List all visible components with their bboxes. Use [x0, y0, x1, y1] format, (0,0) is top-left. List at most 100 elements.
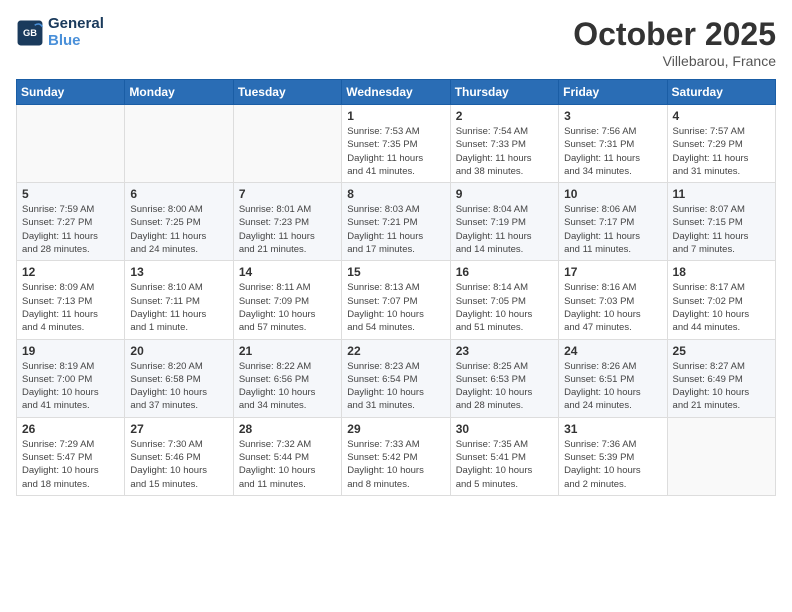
day-info: Sunrise: 7:57 AM Sunset: 7:29 PM Dayligh…: [673, 125, 770, 178]
calendar-cell: 11 Sunrise: 8:07 AM Sunset: 7:15 PM Dayli…: [667, 183, 775, 261]
day-info: Sunrise: 7:33 AM Sunset: 5:42 PM Dayligh…: [347, 438, 444, 491]
day-info: Sunrise: 7:32 AM Sunset: 5:44 PM Dayligh…: [239, 438, 336, 491]
day-info: Sunrise: 8:00 AM Sunset: 7:25 PM Dayligh…: [130, 203, 227, 256]
calendar-cell: 12Sunrise: 8:09 AM Sunset: 7:13 PM Dayli…: [17, 261, 125, 339]
day-number: 26: [22, 422, 119, 436]
weekday-header-sunday: Sunday: [17, 80, 125, 105]
day-number: 15: [347, 265, 444, 279]
day-number: 24: [564, 344, 661, 358]
day-info: Sunrise: 7:35 AM Sunset: 5:41 PM Dayligh…: [456, 438, 553, 491]
month-title: October 2025: [573, 16, 776, 53]
day-info: Sunrise: 7:36 AM Sunset: 5:39 PM Dayligh…: [564, 438, 661, 491]
calendar-cell: 6 Sunrise: 8:00 AM Sunset: 7:25 PM Daylig…: [125, 183, 233, 261]
logo: GB General Blue: [16, 16, 104, 49]
calendar-cell: [233, 105, 341, 183]
day-number: 29: [347, 422, 444, 436]
calendar-cell: 31 Sunrise: 7:36 AM Sunset: 5:39 PM Dayli…: [559, 417, 667, 495]
day-number: 4: [673, 109, 770, 123]
day-info: Sunrise: 7:56 AM Sunset: 7:31 PM Dayligh…: [564, 125, 661, 178]
day-number: 25: [673, 344, 770, 358]
day-info: Sunrise: 8:10 AM Sunset: 7:11 PM Dayligh…: [130, 281, 227, 334]
day-info: Sunrise: 8:04 AM Sunset: 7:19 PM Dayligh…: [456, 203, 553, 256]
day-info: Sunrise: 8:20 AM Sunset: 6:58 PM Dayligh…: [130, 360, 227, 413]
logo-text-line2: Blue: [48, 33, 104, 50]
calendar-cell: 1Sunrise: 7:53 AM Sunset: 7:35 PM Daylig…: [342, 105, 450, 183]
calendar-cell: 28Sunrise: 7:32 AM Sunset: 5:44 PM Dayli…: [233, 417, 341, 495]
calendar-cell: 5 Sunrise: 7:59 AM Sunset: 7:27 PM Daylig…: [17, 183, 125, 261]
weekday-header-saturday: Saturday: [667, 80, 775, 105]
day-number: 3: [564, 109, 661, 123]
calendar-cell: 4 Sunrise: 7:57 AM Sunset: 7:29 PM Daylig…: [667, 105, 775, 183]
calendar-cell: 19Sunrise: 8:19 AM Sunset: 7:00 PM Dayli…: [17, 339, 125, 417]
calendar-cell: 15 Sunrise: 8:13 AM Sunset: 7:07 PM Dayli…: [342, 261, 450, 339]
calendar-cell: [17, 105, 125, 183]
day-number: 31: [564, 422, 661, 436]
calendar-cell: 21 Sunrise: 8:22 AM Sunset: 6:56 PM Dayli…: [233, 339, 341, 417]
calendar-cell: [667, 417, 775, 495]
calendar-week-1: 1Sunrise: 7:53 AM Sunset: 7:35 PM Daylig…: [17, 105, 776, 183]
day-number: 30: [456, 422, 553, 436]
day-number: 22: [347, 344, 444, 358]
calendar-cell: 7 Sunrise: 8:01 AM Sunset: 7:23 PM Daylig…: [233, 183, 341, 261]
calendar-cell: 27 Sunrise: 7:30 AM Sunset: 5:46 PM Dayli…: [125, 417, 233, 495]
day-info: Sunrise: 8:14 AM Sunset: 7:05 PM Dayligh…: [456, 281, 553, 334]
calendar-cell: 9Sunrise: 8:04 AM Sunset: 7:19 PM Daylig…: [450, 183, 558, 261]
day-info: Sunrise: 7:54 AM Sunset: 7:33 PM Dayligh…: [456, 125, 553, 178]
day-number: 21: [239, 344, 336, 358]
day-number: 27: [130, 422, 227, 436]
calendar-cell: 13 Sunrise: 8:10 AM Sunset: 7:11 PM Dayli…: [125, 261, 233, 339]
day-info: Sunrise: 8:25 AM Sunset: 6:53 PM Dayligh…: [456, 360, 553, 413]
day-info: Sunrise: 8:22 AM Sunset: 6:56 PM Dayligh…: [239, 360, 336, 413]
day-number: 12: [22, 265, 119, 279]
day-number: 20: [130, 344, 227, 358]
day-info: Sunrise: 8:01 AM Sunset: 7:23 PM Dayligh…: [239, 203, 336, 256]
calendar-cell: 20 Sunrise: 8:20 AM Sunset: 6:58 PM Dayli…: [125, 339, 233, 417]
calendar-cell: 2Sunrise: 7:54 AM Sunset: 7:33 PM Daylig…: [450, 105, 558, 183]
calendar-cell: 16 Sunrise: 8:14 AM Sunset: 7:05 PM Dayli…: [450, 261, 558, 339]
day-number: 10: [564, 187, 661, 201]
day-info: Sunrise: 8:16 AM Sunset: 7:03 PM Dayligh…: [564, 281, 661, 334]
calendar-cell: 8Sunrise: 8:03 AM Sunset: 7:21 PM Daylig…: [342, 183, 450, 261]
day-info: Sunrise: 8:13 AM Sunset: 7:07 PM Dayligh…: [347, 281, 444, 334]
calendar-cell: 26Sunrise: 7:29 AM Sunset: 5:47 PM Dayli…: [17, 417, 125, 495]
calendar-cell: 30 Sunrise: 7:35 AM Sunset: 5:41 PM Dayli…: [450, 417, 558, 495]
day-number: 6: [130, 187, 227, 201]
day-info: Sunrise: 8:06 AM Sunset: 7:17 PM Dayligh…: [564, 203, 661, 256]
day-number: 5: [22, 187, 119, 201]
calendar-cell: 17Sunrise: 8:16 AM Sunset: 7:03 PM Dayli…: [559, 261, 667, 339]
calendar-week-3: 12Sunrise: 8:09 AM Sunset: 7:13 PM Dayli…: [17, 261, 776, 339]
calendar-cell: 3 Sunrise: 7:56 AM Sunset: 7:31 PM Daylig…: [559, 105, 667, 183]
calendar: SundayMondayTuesdayWednesdayThursdayFrid…: [16, 79, 776, 496]
calendar-body: 1Sunrise: 7:53 AM Sunset: 7:35 PM Daylig…: [17, 105, 776, 496]
day-info: Sunrise: 8:07 AM Sunset: 7:15 PM Dayligh…: [673, 203, 770, 256]
day-number: 11: [673, 187, 770, 201]
day-number: 18: [673, 265, 770, 279]
title-block: October 2025 Villebarou, France: [573, 16, 776, 69]
day-number: 16: [456, 265, 553, 279]
day-number: 8: [347, 187, 444, 201]
calendar-week-4: 19Sunrise: 8:19 AM Sunset: 7:00 PM Dayli…: [17, 339, 776, 417]
day-info: Sunrise: 8:23 AM Sunset: 6:54 PM Dayligh…: [347, 360, 444, 413]
weekday-header-friday: Friday: [559, 80, 667, 105]
day-info: Sunrise: 8:27 AM Sunset: 6:49 PM Dayligh…: [673, 360, 770, 413]
calendar-cell: [125, 105, 233, 183]
logo-text-line1: General: [48, 16, 104, 33]
day-info: Sunrise: 7:59 AM Sunset: 7:27 PM Dayligh…: [22, 203, 119, 256]
calendar-week-5: 26Sunrise: 7:29 AM Sunset: 5:47 PM Dayli…: [17, 417, 776, 495]
day-info: Sunrise: 8:26 AM Sunset: 6:51 PM Dayligh…: [564, 360, 661, 413]
calendar-cell: 14Sunrise: 8:11 AM Sunset: 7:09 PM Dayli…: [233, 261, 341, 339]
calendar-cell: 18Sunrise: 8:17 AM Sunset: 7:02 PM Dayli…: [667, 261, 775, 339]
calendar-cell: 29 Sunrise: 7:33 AM Sunset: 5:42 PM Dayli…: [342, 417, 450, 495]
page-header: GB General Blue October 2025 Villebarou,…: [16, 16, 776, 69]
calendar-week-2: 5 Sunrise: 7:59 AM Sunset: 7:27 PM Daylig…: [17, 183, 776, 261]
day-number: 19: [22, 344, 119, 358]
day-info: Sunrise: 7:30 AM Sunset: 5:46 PM Dayligh…: [130, 438, 227, 491]
day-info: Sunrise: 7:53 AM Sunset: 7:35 PM Dayligh…: [347, 125, 444, 178]
weekday-header-wednesday: Wednesday: [342, 80, 450, 105]
day-number: 23: [456, 344, 553, 358]
day-number: 13: [130, 265, 227, 279]
calendar-cell: 22 Sunrise: 8:23 AM Sunset: 6:54 PM Dayli…: [342, 339, 450, 417]
calendar-cell: 10 Sunrise: 8:06 AM Sunset: 7:17 PM Dayli…: [559, 183, 667, 261]
location: Villebarou, France: [573, 53, 776, 69]
day-number: 7: [239, 187, 336, 201]
